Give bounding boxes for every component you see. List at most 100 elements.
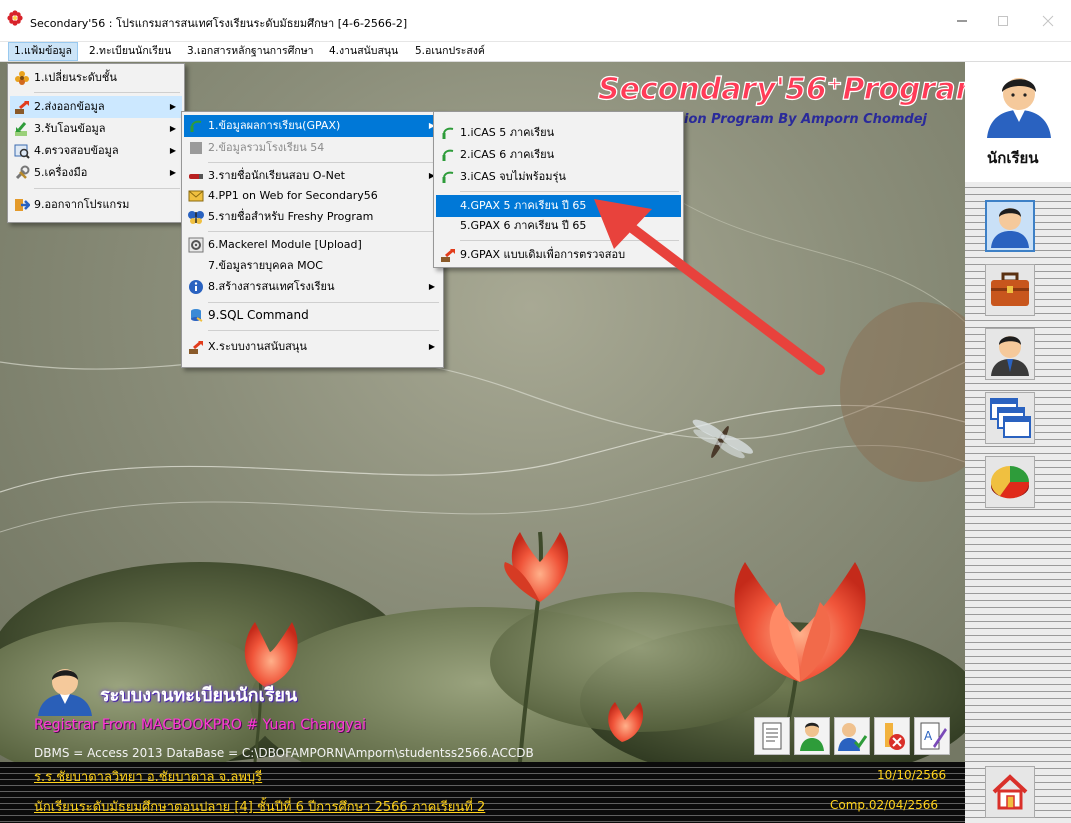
red-flower-icon [7,10,23,26]
database-path: DBMS = Access 2013 DataBase = C:\DBOFAMP… [34,746,534,760]
export-arrow-icon [15,100,29,114]
menu-item-label: 5.รายชื่อสำหรับ Freshy Program [208,210,374,223]
class-level-info: นักเรียนระดับมัธยมศึกษาตอนปลาย [4] ชั้นป… [34,800,486,815]
export-arrow-icon [189,340,203,354]
report-button[interactable] [754,717,790,755]
menu-file[interactable]: 1.แฟ้มข้อมูล [8,42,78,61]
menu-item-school-info[interactable]: 8.สร้างสารสนเทศโรงเรียน ▶ [184,276,441,298]
teacher-module-button[interactable] [985,328,1035,380]
home-icon [992,774,1028,810]
pie-chart-icon [990,466,1030,499]
menu-item-exit[interactable]: 9.ออกจากโปรแกรม [10,194,182,216]
student-avatar-icon [38,669,92,716]
menu-item-label: 4.GPAX 5 ภาคเรียน ปี 65 [460,199,587,212]
gear-box-icon [188,237,204,253]
right-panel-header: นักเรียน [965,62,1071,182]
flower-icon [15,71,29,85]
window-title: Secondary'56 : โปรแกรมสารสนเทศโรงเรียนระ… [30,17,408,30]
menu-separator [208,231,439,232]
menu-separator [208,302,439,303]
menu-item-export[interactable]: 2.ส่งออกข้อมูล ▶ [10,96,182,118]
file-menu: 1.เปลี่ยนระดับชั้น 2.ส่งออกข้อมูล ▶ 3.รั… [7,63,185,223]
menu-item-change-level[interactable]: 1.เปลี่ยนระดับชั้น [10,67,182,89]
menu-item-pp1-web[interactable]: 4.PP1 on Web for Secondary56 [184,185,441,207]
menu-item-label: 3.iCAS จบไม่พร้อมรุ่น [460,170,566,183]
close-button[interactable] [1025,0,1071,42]
submenu-arrow-icon: ▶ [428,282,435,291]
menu-item-import[interactable]: 3.รับโอนข้อมูล ▶ [10,118,182,140]
report-icon [762,722,782,750]
title-bar: Secondary'56 : โปรแกรมสารสนเทศโรงเรียนระ… [0,0,1071,42]
butterfly-icon [188,211,204,224]
registrar-line: Registrar From MACBOOKPRO # Yuan Changya… [34,717,366,733]
menu-item-icas-5[interactable]: 1.iCAS 5 ภาคเรียน [436,122,681,144]
edit-document-button[interactable]: A [914,717,950,755]
menu-item-label: 5.เครื่องมือ [34,166,88,179]
briefcase-module-button[interactable] [985,264,1035,316]
menu-item-onet-list[interactable]: 3.รายชื่อนักเรียนสอบ O-Net ▶ [184,165,441,187]
import-arrow-icon [15,122,27,136]
annotation-arrow [594,199,825,375]
user-check-button[interactable] [834,717,870,755]
export-green-icon [190,120,202,132]
envelope-icon [188,190,204,202]
home-button[interactable] [985,766,1035,818]
menu-item-tools[interactable]: 5.เครื่องมือ ▶ [10,162,182,184]
export-green-icon [442,171,454,183]
menu-support[interactable]: 4.งานสนับสนุน [324,42,403,61]
menu-item-sql-command[interactable]: 9.SQL Command [184,304,441,326]
menu-item-label: 9.ออกจากโปรแกรม [34,198,130,211]
menu-separator [208,162,439,163]
menu-separator [34,92,180,93]
maximize-button[interactable] [980,0,1026,42]
menu-item-label: 4.PP1 on Web for Secondary56 [208,189,378,202]
user-check-icon [838,723,868,751]
submenu-arrow-icon: ▶ [169,102,176,111]
menu-item-moc-data[interactable]: 7.ข้อมูลรายบุคคล MOC [184,255,441,277]
student-module-button[interactable] [985,200,1035,252]
system-name: ระบบงานทะเบียนนักเรียน [100,685,298,706]
menu-item-freshy-program[interactable]: 5.รายชื่อสำหรับ Freshy Program [184,206,441,228]
menu-item-label: 1.เปลี่ยนระดับชั้น [34,71,117,84]
delete-record-button[interactable] [874,717,910,755]
user-green-icon [800,722,824,751]
submenu-arrow-icon: ▶ [169,168,176,177]
edit-document-icon: A [920,722,947,750]
submenu-arrow-icon: ▶ [428,342,435,351]
close-icon [1042,15,1054,27]
menu-documents[interactable]: 3.เอกสารหลักฐานการศึกษา [182,42,319,61]
export-green-icon [442,127,454,139]
menu-item-mackerel-upload[interactable]: 6.Mackerel Module [Upload] [184,234,441,256]
menu-item-label: 2.iCAS 6 ภาคเรียน [460,148,555,161]
menu-student-registry[interactable]: 2.ทะเบียนนักเรียน [84,42,176,61]
disabled-box-icon [190,142,202,154]
app-window: Secondary'56 : โปรแกรมสารสนเทศโรงเรียนระ… [0,0,1071,823]
student-label[interactable]: นักเรียน [987,146,1039,170]
menu-item-label: 1.iCAS 5 ภาคเรียน [460,126,555,139]
menu-item-label: 7.ข้อมูลรายบุคคล MOC [208,259,323,272]
menu-item-gpax-data[interactable]: 1.ข้อมูลผลการเรียน(GPAX) ▶ [184,115,441,137]
chart-module-button[interactable] [985,456,1035,508]
maximize-icon [998,16,1008,26]
windows-stack-icon [990,398,1031,438]
delete-record-icon [885,723,905,750]
quick-toolbar: A [754,717,960,757]
menu-item-label: 3.รายชื่อนักเรียนสอบ O-Net [208,169,345,182]
menu-item-icas-6[interactable]: 2.iCAS 6 ภาคเรียน [436,144,681,166]
menu-misc[interactable]: 5.อเนกประสงค์ [410,42,490,61]
check-data-icon [14,144,30,159]
right-panel: นักเรียน [965,62,1071,823]
menu-item-label: X.ระบบงานสนับสนุน [208,340,307,353]
dragonfly [692,419,754,459]
windows-module-button[interactable] [985,392,1035,444]
menu-item-support-system[interactable]: X.ระบบงานสนับสนุน ▶ [184,336,441,358]
menu-item-school-data-54[interactable]: 2.ข้อมูลรวมโรงเรียน 54 [184,137,441,159]
program-brand-title: Secondary'56⁺Program [597,71,987,107]
menu-item-label: 2.ข้อมูลรวมโรงเรียน 54 [208,141,325,154]
user-green-button[interactable] [794,717,830,755]
menu-item-label: 2.ส่งออกข้อมูล [34,100,105,113]
menu-item-check-data[interactable]: 4.ตรวจสอบข้อมูล ▶ [10,140,182,162]
menu-item-label: 3.รับโอนข้อมูล [34,122,106,135]
minimize-button[interactable] [939,0,985,42]
minimize-icon [957,20,967,22]
